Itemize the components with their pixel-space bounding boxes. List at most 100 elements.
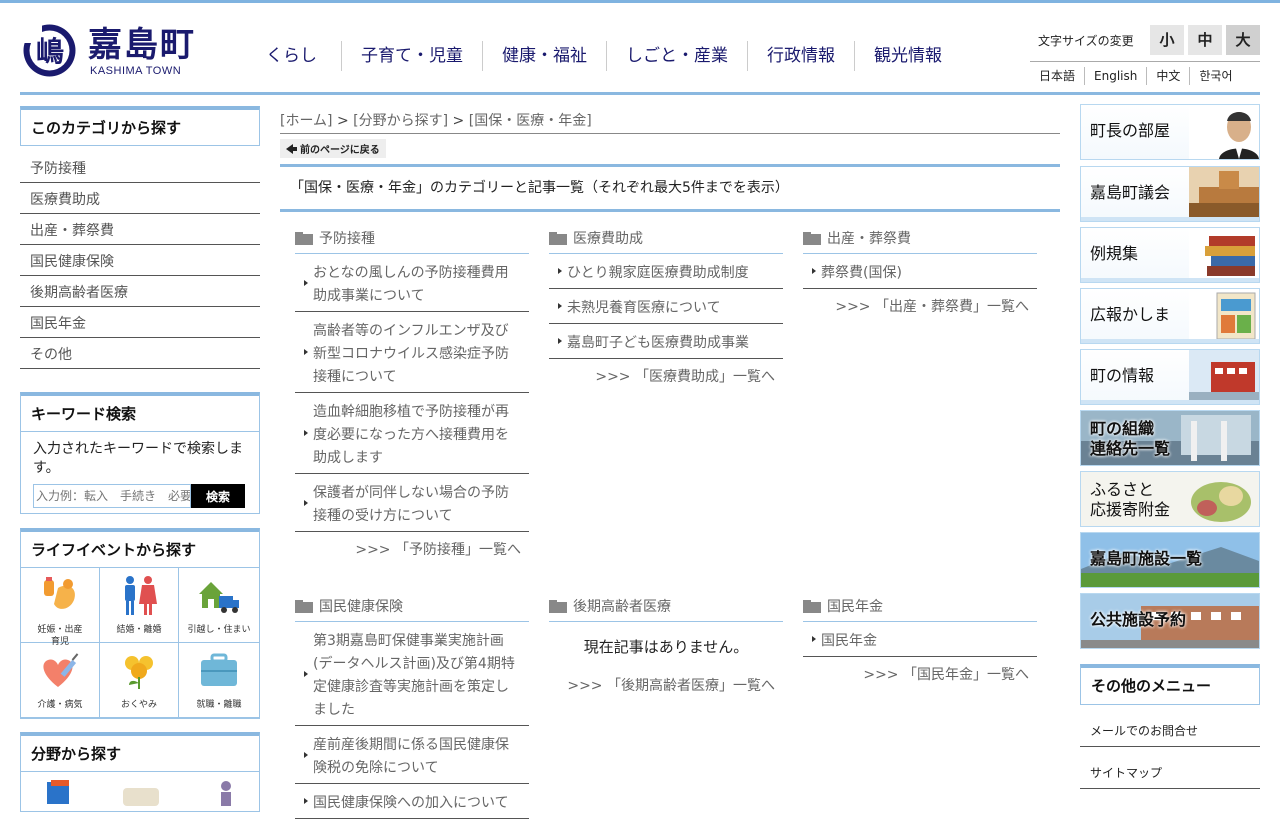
section-more-link[interactable]: >>> 「予防接種」一覧へ bbox=[295, 532, 529, 564]
banner-label: 町の組織 連絡先一覧 bbox=[1090, 419, 1171, 458]
section-title[interactable]: 医療費助成 bbox=[549, 224, 783, 254]
folder-icon bbox=[295, 232, 313, 245]
bullet-icon bbox=[304, 349, 308, 355]
bullet-icon bbox=[558, 303, 562, 309]
banner-facilities[interactable]: 嘉島町施設一覧 bbox=[1080, 532, 1260, 588]
section-title[interactable]: 国民年金 bbox=[803, 592, 1037, 622]
article-link[interactable]: 国民健康保険への加入について bbox=[295, 784, 529, 819]
banner-label: 嘉島町議会 bbox=[1090, 183, 1171, 202]
font-size-large-button[interactable]: 大 bbox=[1226, 25, 1260, 55]
category-item[interactable]: 予防接種 bbox=[20, 152, 260, 183]
section-title[interactable]: 出産・葬祭費 bbox=[803, 224, 1037, 254]
life-event-condolence[interactable]: おくやみ bbox=[100, 643, 179, 718]
breadcrumb-home[interactable]: [ホーム] bbox=[280, 113, 333, 129]
banner-furusato[interactable]: ふるさと 応援寄附金 bbox=[1080, 471, 1260, 527]
page-title: 「国保・医療・年金」のカテゴリーと記事一覧（それぞれ最大5件までを表示） bbox=[280, 164, 1060, 212]
site-header: 嶋 嘉島町 KASHIMA TOWN くらし 子育て・児童 健康・福祉 しごと・… bbox=[0, 3, 1280, 93]
banner-label: ふるさと 応援寄附金 bbox=[1090, 480, 1171, 519]
banner-label: 例規集 bbox=[1090, 244, 1139, 263]
mayor-photo-icon bbox=[1189, 105, 1259, 159]
article-link[interactable]: 産前産後期間に係る国民健康保険税の免除について bbox=[295, 726, 529, 784]
condolence-icon bbox=[125, 656, 153, 689]
font-size-small-button[interactable]: 小 bbox=[1150, 25, 1184, 55]
category-item[interactable]: 医療費助成 bbox=[20, 183, 260, 214]
article-link[interactable]: 高齢者等のインフルエンザ及び新型コロナウイルス感染症予防接種について bbox=[295, 312, 529, 393]
other-menu-contact[interactable]: メールでのお問合せ bbox=[1080, 705, 1260, 747]
article-link[interactable]: ひとり親家庭医療費助成制度 bbox=[549, 254, 783, 289]
article-link[interactable]: 嘉島町子ども医療費助成事業 bbox=[549, 324, 783, 359]
banner-newsletter[interactable]: 広報かしま bbox=[1080, 288, 1260, 344]
keyword-search-button[interactable]: 検索 bbox=[191, 484, 245, 508]
banner-label: 広報かしま bbox=[1090, 305, 1171, 324]
back-button[interactable]: 前のページに戻る bbox=[280, 139, 386, 158]
category-item[interactable]: 国民年金 bbox=[20, 307, 260, 338]
category-item[interactable]: 国民健康保険 bbox=[20, 245, 260, 276]
section-more-link[interactable]: >>> 「国民年金」一覧へ bbox=[803, 657, 1037, 689]
banner-regulations[interactable]: 例規集 bbox=[1080, 227, 1260, 283]
life-event-marriage[interactable]: 結婚・離婚 bbox=[100, 568, 179, 643]
breadcrumb-field[interactable]: [分野から探す] bbox=[353, 113, 448, 129]
lang-chinese[interactable]: 中文 bbox=[1146, 67, 1189, 85]
article-link[interactable]: 第3期嘉島町保健事業実施計画(データヘルス計画)及び第4期特定健康診査等実施計画… bbox=[295, 622, 529, 726]
font-size-medium-button[interactable]: 中 bbox=[1188, 25, 1222, 55]
section-more-link[interactable]: >>> 「医療費助成」一覧へ bbox=[549, 359, 783, 391]
books-photo-icon bbox=[1189, 228, 1259, 282]
banner-reservation[interactable]: 公共施設予約 bbox=[1080, 593, 1260, 649]
gnav-work[interactable]: しごと・産業 bbox=[606, 41, 747, 71]
section-title[interactable]: 後期高齢者医療 bbox=[549, 592, 783, 622]
keyword-search-input[interactable] bbox=[33, 484, 191, 508]
gnav-health[interactable]: 健康・福祉 bbox=[482, 41, 606, 71]
bullet-icon bbox=[304, 279, 308, 286]
other-menu-title: その他のメニュー bbox=[1080, 664, 1260, 705]
lang-korean[interactable]: 한국어 bbox=[1189, 67, 1241, 85]
gnav-tourism[interactable]: 観光情報 bbox=[854, 41, 961, 71]
bullet-icon bbox=[304, 751, 308, 758]
bullet-icon bbox=[558, 338, 562, 344]
banner-organization[interactable]: 町の組織 連絡先一覧 bbox=[1080, 410, 1260, 466]
other-menu-sitemap[interactable]: サイトマップ bbox=[1080, 747, 1260, 789]
article-title: 造血幹細胞移植で予防接種が再度必要になった方へ接種費用を助成します bbox=[313, 404, 509, 466]
lang-english[interactable]: English bbox=[1084, 67, 1146, 85]
article-link[interactable]: 葬祭費(国保) bbox=[803, 254, 1037, 289]
field-icons-row bbox=[20, 772, 260, 812]
gnav-admin[interactable]: 行政情報 bbox=[747, 41, 854, 71]
field-icon bbox=[123, 788, 159, 806]
folder-icon bbox=[803, 232, 821, 245]
no-articles-message: 現在記事はありません。 bbox=[583, 638, 749, 656]
font-size-switcher: 文字サイズの変更 小 中 大 bbox=[1038, 25, 1260, 55]
category-item[interactable]: その他 bbox=[20, 338, 260, 369]
category-item[interactable]: 出産・葬祭費 bbox=[20, 214, 260, 245]
article-link[interactable]: 造血幹細胞移植で予防接種が再度必要になった方へ接種費用を助成します bbox=[295, 393, 529, 474]
category-list: 予防接種 医療費助成 出産・葬祭費 国民健康保険 後期高齢者医療 国民年金 その… bbox=[20, 152, 260, 369]
section-title-label: 国民年金 bbox=[827, 598, 883, 615]
section-more-link[interactable]: >>> 「出産・葬祭費」一覧へ bbox=[803, 289, 1037, 321]
article-link[interactable]: 保護者が同伴しない場合の予防接種の受け方について bbox=[295, 474, 529, 532]
article-link[interactable]: 国民年金 bbox=[803, 622, 1037, 657]
gnav-childcare[interactable]: 子育て・児童 bbox=[341, 41, 482, 71]
category-box: このカテゴリから探す 予防接種 医療費助成 出産・葬祭費 国民健康保険 後期高齢… bbox=[20, 106, 260, 369]
article-link[interactable]: おとなの風しんの予防接種費用助成事業について bbox=[295, 254, 529, 312]
article-link[interactable]: 未熟児養育医療について bbox=[549, 289, 783, 324]
section-medical-subsidy: 医療費助成 ひとり親家庭医療費助成制度 未熟児養育医療について 嘉島町子ども医療… bbox=[549, 224, 783, 391]
banner-label: 町の情報 bbox=[1090, 366, 1155, 385]
category-item[interactable]: 後期高齢者医療 bbox=[20, 276, 260, 307]
section-more-link[interactable]: >>> 「後期高齢者医療」一覧へ bbox=[549, 668, 783, 700]
folder-icon bbox=[549, 232, 567, 245]
life-event-job[interactable]: 就職・離職 bbox=[179, 643, 259, 718]
life-event-care[interactable]: 介護・病気 bbox=[21, 643, 100, 718]
banner-town-info[interactable]: 町の情報 bbox=[1080, 349, 1260, 405]
field-search-title: 分野から探す bbox=[20, 732, 260, 772]
gnav-living[interactable]: くらし bbox=[248, 41, 341, 71]
life-event-pregnancy[interactable]: 妊娠・出産 育児 bbox=[21, 568, 100, 647]
bullet-icon bbox=[558, 268, 562, 274]
folder-icon bbox=[803, 600, 821, 613]
banner-mayor[interactable]: 町長の部屋 bbox=[1080, 104, 1260, 160]
lang-japanese[interactable]: 日本語 bbox=[1030, 67, 1084, 85]
section-title[interactable]: 国民健康保険 bbox=[295, 592, 529, 622]
banner-assembly[interactable]: 嘉島町議会 bbox=[1080, 166, 1260, 222]
life-event-moving[interactable]: 引越し・住まい bbox=[179, 568, 259, 643]
bullet-icon bbox=[304, 670, 308, 677]
bullet-icon bbox=[812, 636, 816, 642]
section-title[interactable]: 予防接種 bbox=[295, 224, 529, 254]
site-logo[interactable]: 嶋 嘉島町 KASHIMA TOWN bbox=[22, 23, 202, 83]
